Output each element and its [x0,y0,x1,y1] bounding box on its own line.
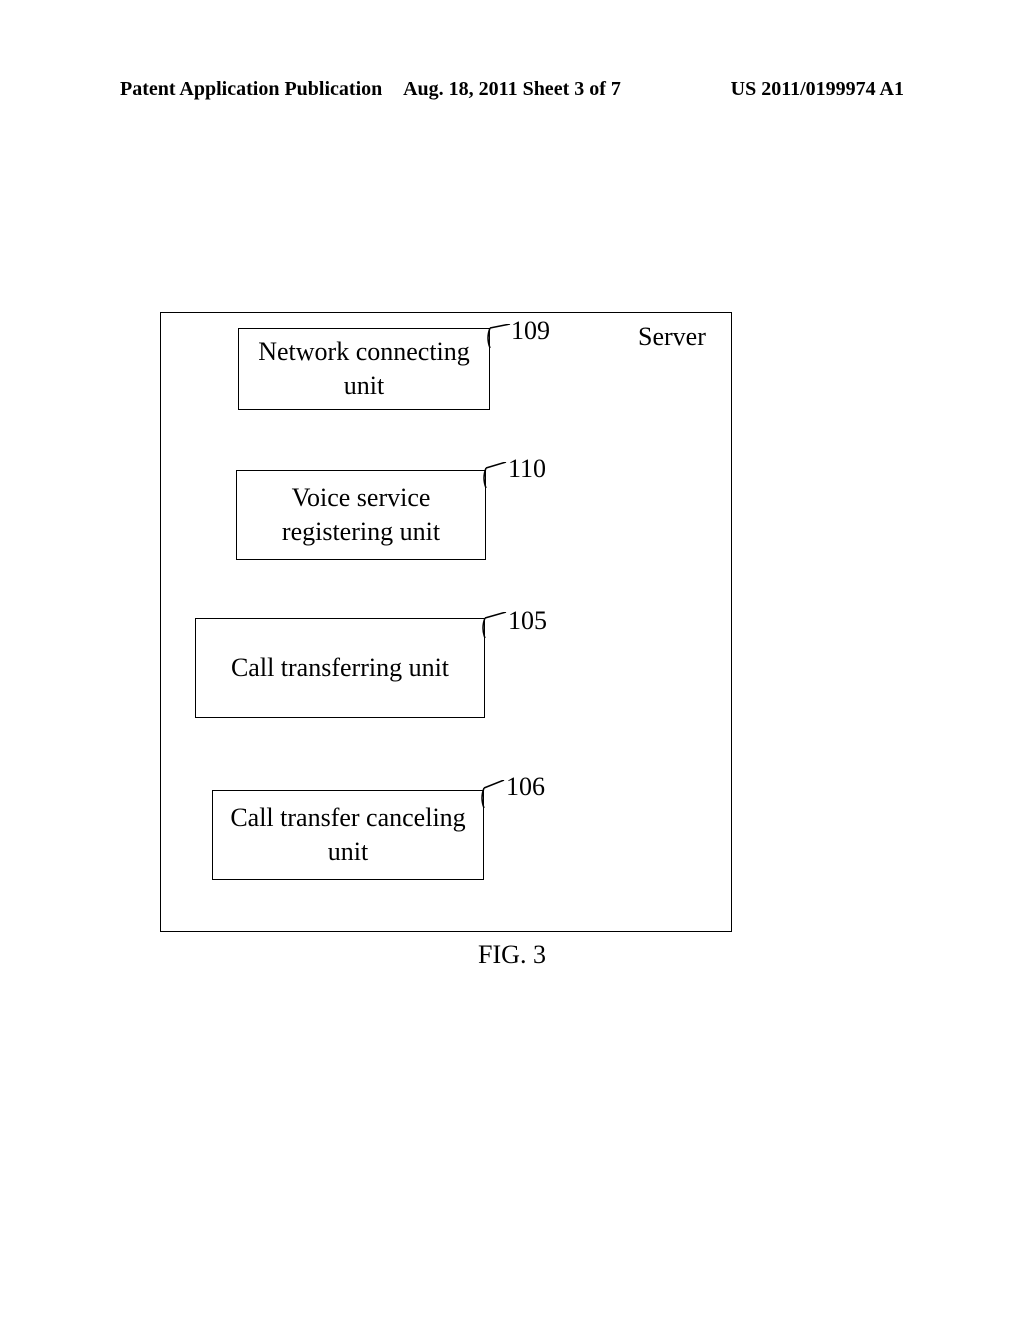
ref-label-109: 109 [511,316,550,346]
unit-label: Call transfer canceling unit [221,801,475,869]
leader-line-icon [476,780,506,810]
unit-box-109: Network connecting unit [238,328,490,410]
header-right: US 2011/0199974 A1 [731,78,904,101]
unit-box-110: Voice service registering unit [236,470,486,560]
leader-line-icon [478,612,508,642]
ref-label-106: 106 [506,772,545,802]
server-label: Server [638,322,706,352]
unit-label: Call transferring unit [231,651,449,685]
header-center: Aug. 18, 2011 Sheet 3 of 7 [403,78,621,101]
unit-box-105: Call transferring unit [195,618,485,718]
unit-label: Voice service registering unit [245,481,477,549]
figure-caption: FIG. 3 [0,940,1024,970]
leader-line-icon [482,324,512,354]
leader-line-icon [480,462,510,492]
header-left: Patent Application Publication [120,78,382,101]
ref-label-110: 110 [508,454,546,484]
unit-box-106: Call transfer canceling unit [212,790,484,880]
ref-label-105: 105 [508,606,547,636]
page-header: Patent Application Publication Aug. 18, … [0,78,1024,101]
unit-label: Network connecting unit [247,335,481,403]
